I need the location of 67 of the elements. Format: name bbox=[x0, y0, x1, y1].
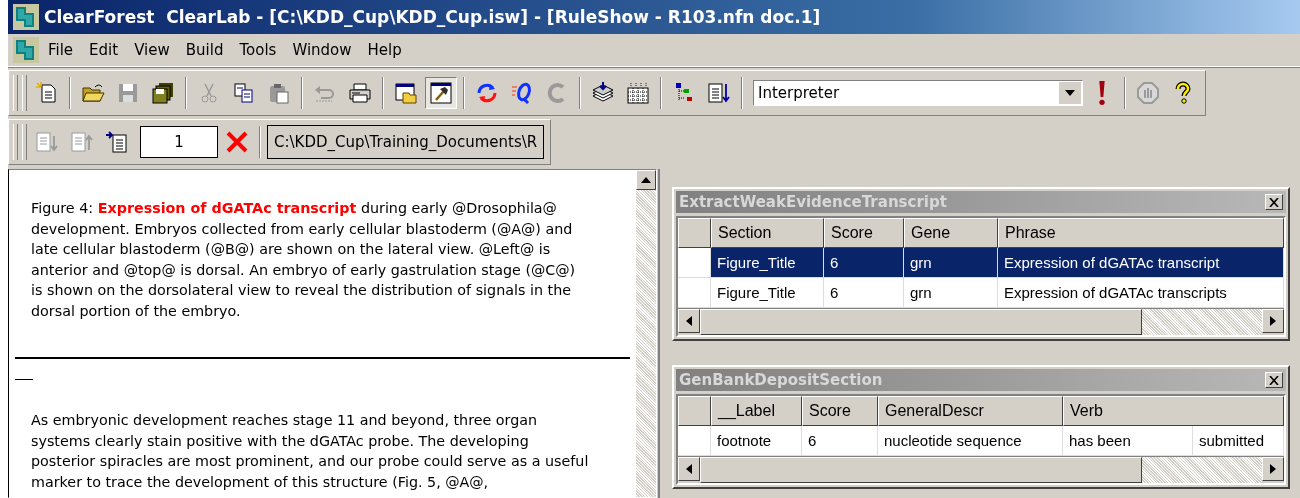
column-header[interactable]: __Label bbox=[711, 396, 802, 426]
menu-item[interactable]: File bbox=[40, 39, 82, 61]
left-arrow-icon bbox=[686, 464, 692, 474]
scrollbar-thumb[interactable] bbox=[700, 457, 1142, 483]
panel-title: ExtractWeakEvidenceTranscript bbox=[679, 193, 947, 211]
column-header[interactable]: Verb bbox=[1063, 396, 1284, 426]
dropdown-arrow-icon bbox=[1065, 90, 1075, 96]
close-icon bbox=[1269, 375, 1279, 385]
column-header[interactable]: Phrase bbox=[998, 218, 1284, 248]
table-icon bbox=[626, 81, 650, 105]
menu-item[interactable]: Tools bbox=[231, 39, 285, 61]
circular-arrows-icon bbox=[475, 81, 499, 105]
column-header[interactable]: Section bbox=[711, 218, 824, 248]
app-logo-icon bbox=[12, 3, 40, 31]
document-number-field[interactable]: 1 bbox=[140, 126, 218, 158]
exclamation-icon bbox=[1098, 81, 1106, 105]
page-insert-arrow-icon bbox=[105, 130, 129, 154]
window-folder-icon bbox=[394, 81, 418, 105]
table-cell: Expression of dGATAc transcript bbox=[998, 248, 1284, 278]
sort-list-icon bbox=[707, 81, 731, 105]
close-button[interactable] bbox=[1265, 372, 1283, 388]
menu-item[interactable]: View bbox=[126, 39, 178, 61]
right-arrow-icon bbox=[1270, 316, 1276, 326]
scroll-left-button[interactable] bbox=[678, 457, 700, 481]
hammer-icon bbox=[429, 81, 453, 105]
document-paragraph: As embryonic development reaches stage 11 and beyond, three organ systems clearly stain positive with the dGATAc probe. The developing posterior spiracles are most prominent, and our probe could serve as a useful marker to trace the development of this structure (Fig. 5, @A@, bbox=[30, 411, 590, 492]
column-header[interactable]: Gene bbox=[904, 218, 998, 248]
q-letter-icon bbox=[510, 81, 534, 105]
corner-header[interactable] bbox=[678, 218, 711, 248]
new-document-icon bbox=[35, 81, 59, 105]
close-button[interactable] bbox=[1265, 194, 1283, 210]
copy-icon bbox=[232, 81, 256, 105]
document-paragraph: Figure 4: Expression of dGATAc transcript during early @Drosophila@ development. Embryos collected from early cellular blastoderm (@A@) and late cellular blastoderm (@B@) are shown on the lateral view. @Left@ is anterior and @top@ is dorsal. An embryo of early gastrulation stage (@C@) is shown on the dorsolateral view to reveal the distribution of signals in the dorsal portion of the embryo. bbox=[30, 199, 577, 321]
menu-item[interactable]: Edit bbox=[81, 39, 127, 61]
table-cell: grn bbox=[904, 248, 998, 278]
table-cell: 6 bbox=[824, 248, 904, 278]
mode-dropdown[interactable]: Interpreter bbox=[753, 80, 1083, 106]
corner-header[interactable] bbox=[678, 396, 711, 426]
clipboard-icon bbox=[267, 81, 291, 105]
menu-item[interactable]: Window bbox=[284, 39, 360, 61]
scroll-right-button[interactable] bbox=[1262, 309, 1284, 333]
scroll-left-button[interactable] bbox=[678, 309, 700, 333]
panel-title: GenBankDepositSection bbox=[679, 371, 883, 389]
delete-x-icon bbox=[225, 130, 249, 154]
menu-item[interactable]: Help bbox=[359, 39, 410, 61]
hammer-button[interactable] bbox=[425, 77, 457, 109]
close-icon bbox=[1269, 197, 1279, 207]
column-header[interactable]: GeneralDescr bbox=[878, 396, 1063, 426]
scroll-right-button[interactable] bbox=[1262, 457, 1284, 481]
app-logo-icon bbox=[12, 36, 40, 64]
printer-icon bbox=[348, 81, 372, 105]
scroll-up-button[interactable] bbox=[636, 170, 656, 190]
table-cell: Figure_Title bbox=[711, 248, 824, 278]
folder-icon bbox=[81, 81, 105, 105]
column-header[interactable]: Score bbox=[802, 396, 878, 426]
up-arrow-icon bbox=[641, 177, 651, 183]
page-down-arrow-icon bbox=[35, 130, 59, 154]
stop-hand-icon bbox=[1136, 81, 1160, 105]
right-arrow-icon bbox=[1270, 464, 1276, 474]
floppy-disks-icon bbox=[151, 81, 175, 105]
scrollbar-thumb[interactable] bbox=[700, 309, 1142, 335]
menu-item[interactable]: Build bbox=[177, 39, 232, 61]
left-arrow-icon bbox=[686, 316, 692, 326]
document-path-field[interactable]: C:\KDD_Cup\Training_Documents\R bbox=[267, 125, 545, 159]
page-up-arrow-icon bbox=[70, 130, 94, 154]
window-title: ClearForest ClearLab - [C:\KDD_Cup\KDD_Cup.isw] - [RuleShow - R103.nfn doc.1] bbox=[44, 7, 821, 27]
column-header[interactable]: Score bbox=[824, 218, 904, 248]
